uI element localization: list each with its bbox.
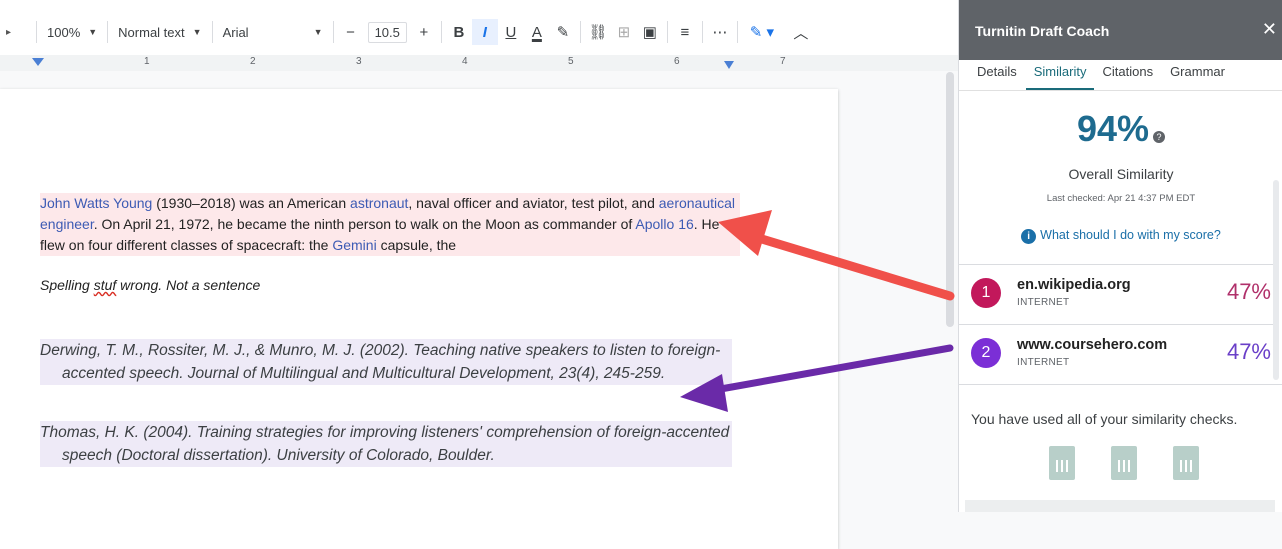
source-item-2[interactable]: 2 www.coursehero.com INTERNET 47% bbox=[959, 324, 1275, 383]
text: , naval officer and aviator, test pilot,… bbox=[408, 195, 659, 211]
italic-button[interactable]: I bbox=[471, 19, 498, 45]
highlight-pen-icon[interactable]: ✎ bbox=[550, 19, 576, 45]
source-number-badge: 2 bbox=[971, 338, 1001, 368]
tab-details[interactable]: Details bbox=[959, 60, 1026, 90]
underline-button[interactable]: U bbox=[498, 19, 524, 45]
reference-thomas[interactable]: Thomas, H. K. (2004). Training strategie… bbox=[40, 421, 732, 467]
text-color-button[interactable]: A bbox=[524, 19, 550, 45]
divider bbox=[440, 21, 442, 43]
ruler-label: 1 bbox=[144, 56, 150, 67]
source-type: INTERNET bbox=[1017, 297, 1070, 308]
ruler-label: 2 bbox=[250, 56, 256, 67]
paragraph-spelling[interactable]: Spelling stuf wrong. Not a sentence bbox=[40, 277, 260, 293]
source-percent: 47% bbox=[1226, 339, 1271, 364]
font-dropdown[interactable]: Arial ▼ bbox=[217, 18, 329, 46]
divider bbox=[332, 21, 334, 43]
document-scrollbar[interactable] bbox=[944, 72, 956, 342]
ruler-label: 4 bbox=[462, 56, 468, 67]
link-gemini[interactable]: Gemini bbox=[332, 237, 376, 253]
ruler-label: 6 bbox=[674, 56, 680, 67]
link-apollo-16[interactable]: Apollo 16 bbox=[635, 216, 693, 232]
text: capsule, the bbox=[376, 237, 457, 253]
decrease-font-button[interactable]: − bbox=[338, 19, 364, 45]
turnitin-panel: Turnitin Draft Coach ✕ Details Similarit… bbox=[958, 0, 1282, 512]
collapse-chevron-up-icon[interactable]: ︿ bbox=[788, 19, 814, 45]
help-question-icon[interactable]: ? bbox=[1153, 130, 1166, 143]
paragraph-highlighted[interactable]: John Watts Young (1930–2018) was an Amer… bbox=[40, 193, 740, 256]
text: Spelling bbox=[40, 277, 94, 293]
comment-icon[interactable]: ⊞ bbox=[611, 19, 637, 45]
similarity-score: 94%? bbox=[959, 108, 1282, 150]
tab-citations[interactable]: Citations bbox=[1094, 60, 1162, 90]
divider bbox=[579, 21, 581, 43]
document-page[interactable] bbox=[0, 89, 838, 549]
link-icon[interactable]: ⛓ bbox=[585, 19, 611, 45]
style-value: Normal text bbox=[118, 24, 185, 40]
tab-similarity[interactable]: Similarity bbox=[1025, 60, 1095, 90]
indent-marker-icon[interactable] bbox=[32, 58, 44, 66]
align-icon[interactable]: ≡ bbox=[672, 19, 698, 45]
check-button-disabled[interactable] bbox=[965, 500, 1275, 512]
divider bbox=[736, 21, 738, 43]
scroll-thumb[interactable] bbox=[946, 72, 954, 327]
text: . On April 21, 1972, he became the ninth… bbox=[93, 216, 636, 232]
report-document-icon bbox=[1111, 446, 1137, 480]
source-item-1[interactable]: 1 en.wikipedia.org INTERNET 47% bbox=[959, 264, 1275, 323]
toolbar-row: ▸ 100% ▼ Normal text ▼ Arial ▼ − 10.5 + B I… bbox=[0, 8, 814, 56]
panel-scrollbar[interactable] bbox=[1273, 180, 1279, 380]
help-link-text: What should I do with my score? bbox=[1040, 228, 1221, 242]
panel-header: Turnitin Draft Coach ✕ bbox=[959, 0, 1282, 60]
zoom-value: 100% bbox=[47, 24, 81, 40]
chevron-down-icon: ▼ bbox=[192, 27, 202, 37]
divider bbox=[959, 384, 1282, 385]
divider bbox=[666, 21, 668, 43]
divider bbox=[701, 21, 703, 43]
checks-used-message: You have used all of your similarity che… bbox=[971, 411, 1238, 427]
style-dropdown[interactable]: Normal text ▼ bbox=[112, 18, 207, 46]
font-size-input[interactable]: 10.5 bbox=[367, 21, 407, 43]
report-document-icon bbox=[1173, 446, 1199, 480]
font-value: Arial bbox=[222, 24, 249, 40]
panel-tabs: Details Similarity Citations Grammar bbox=[959, 60, 1282, 91]
source-name: www.coursehero.com bbox=[1017, 337, 1168, 353]
link-john-watts-young[interactable]: John Watts Young bbox=[40, 195, 152, 211]
ruler-label: 5 bbox=[568, 56, 574, 67]
misspelled-word[interactable]: stuf bbox=[94, 277, 117, 293]
docs-toolbar: ▸ 100% ▼ Normal text ▼ Arial ▼ − 10.5 + B I… bbox=[0, 0, 958, 60]
overall-similarity-label: Overall Similarity bbox=[1068, 166, 1174, 182]
more-options-button[interactable]: ⋯ bbox=[707, 19, 733, 45]
divider bbox=[211, 21, 213, 43]
image-icon[interactable]: ▣ bbox=[637, 19, 663, 45]
divider bbox=[36, 21, 37, 43]
close-icon[interactable]: ✕ bbox=[1262, 19, 1277, 40]
editing-mode-pen-icon[interactable]: ✎ ▾ bbox=[742, 19, 782, 45]
score-help-link[interactable]: i What should I do with my score? bbox=[959, 228, 1282, 244]
text: wrong. Not a sentence bbox=[116, 277, 261, 293]
divider bbox=[107, 21, 109, 43]
link-astronaut[interactable]: astronaut bbox=[350, 195, 408, 211]
ruler: 1 2 3 4 5 6 7 bbox=[0, 55, 958, 71]
source-number-badge: 1 bbox=[971, 278, 1001, 308]
reference-derwing[interactable]: Derwing, T. M., Rossiter, M. J., & Munro… bbox=[40, 339, 732, 385]
last-checked: Last checked: Apr 21 4:37 PM EDT bbox=[1046, 193, 1196, 204]
report-icons bbox=[1049, 446, 1199, 480]
chevron-down-icon: ▼ bbox=[88, 27, 98, 37]
source-percent: 47% bbox=[1226, 279, 1271, 304]
ruler-label: 7 bbox=[780, 56, 786, 67]
score-value: 94% bbox=[1076, 108, 1150, 149]
ruler-label: 3 bbox=[356, 56, 362, 67]
bold-button[interactable]: B bbox=[446, 19, 472, 45]
increase-font-button[interactable]: + bbox=[411, 19, 437, 45]
zoom-dropdown[interactable]: 100% ▼ bbox=[41, 18, 103, 46]
undo-icon[interactable]: ▸ bbox=[0, 18, 32, 46]
panel-title: Turnitin Draft Coach bbox=[975, 23, 1110, 39]
source-name: en.wikipedia.org bbox=[1017, 277, 1131, 293]
source-type: INTERNET bbox=[1017, 357, 1070, 368]
chevron-down-icon: ▼ bbox=[313, 27, 323, 37]
info-icon: i bbox=[1021, 229, 1037, 244]
text: (1930–2018) was an American bbox=[152, 195, 351, 211]
right-indent-marker-icon[interactable] bbox=[724, 61, 734, 69]
report-document-icon bbox=[1049, 446, 1075, 480]
tab-grammar[interactable]: Grammar bbox=[1162, 60, 1234, 90]
